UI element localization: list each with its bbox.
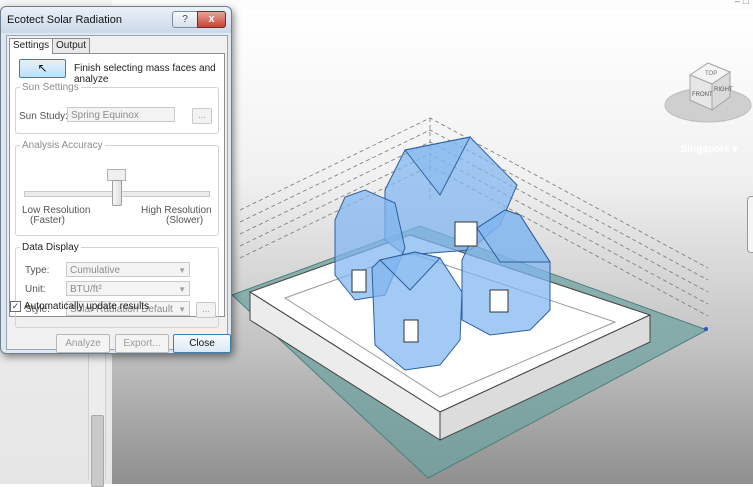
dialog-title: Ecotect Solar Radiation (7, 14, 122, 26)
unit-label: Unit: (25, 284, 46, 295)
location-dropdown[interactable]: Singapore ▾ (676, 142, 742, 158)
type-dropdown[interactable]: Cumulative ▼ (66, 262, 190, 277)
type-value: Cumulative (70, 265, 121, 276)
auto-update-checkbox[interactable]: ✓ (10, 301, 21, 312)
sun-settings-group: Sun Settings Sun Study: Spring Equinox .… (15, 82, 219, 134)
low-resolution-sublabel: (Faster) (30, 215, 65, 226)
dialog-body: Settings Output ↖ Finish selecting mass … (6, 35, 231, 353)
analysis-accuracy-legend: Analysis Accuracy (22, 140, 103, 151)
cursor-arrow-icon: ↖ (37, 61, 48, 75)
chevron-down-icon: ▾ (732, 144, 738, 155)
unit-value: BTU/ft² (70, 284, 102, 295)
type-label: Type: (25, 265, 50, 276)
high-resolution-sublabel: (Slower) (166, 215, 204, 226)
export-button[interactable]: Export... (115, 334, 169, 353)
sun-settings-legend: Sun Settings (22, 82, 79, 93)
viewcube-right-label[interactable]: RIGHT (714, 87, 733, 93)
tab-output[interactable]: Output (52, 38, 91, 53)
unit-dropdown[interactable]: BTU/ft² ▼ (66, 281, 190, 296)
question-mark-icon: ? (182, 14, 188, 25)
solar-radiation-dialog: Ecotect Solar Radiation ? x Settings Out… (0, 6, 232, 354)
viewcube-top-label[interactable]: TOP (705, 71, 717, 77)
chevron-down-icon: ▼ (178, 305, 186, 314)
checkmark-icon: ✓ (11, 301, 20, 311)
location-label: Singapore (680, 144, 730, 155)
accuracy-slider-thumb[interactable] (112, 180, 122, 206)
analyze-button[interactable]: Analyze (56, 334, 110, 353)
chevron-down-icon: ▼ (178, 285, 186, 294)
tab-settings[interactable]: Settings (9, 38, 54, 54)
auto-update-label: Automatically update results (24, 301, 150, 312)
chevron-down-icon: ▼ (178, 266, 186, 275)
right-panel-handle[interactable] (747, 196, 753, 253)
sun-study-label: Sun Study: (19, 111, 68, 122)
data-display-group: Data Display Type: Cumulative ▼ Unit: BT… (15, 242, 219, 328)
corner-grip (704, 327, 708, 331)
sun-study-field[interactable]: Spring Equinox (67, 107, 175, 122)
style-browse-button[interactable]: ... (196, 302, 216, 318)
settings-panel: ↖ Finish selecting mass faces and analyz… (9, 53, 225, 328)
help-button[interactable]: ? (172, 11, 198, 28)
viewcube-front-label[interactable]: FRONT (692, 92, 713, 98)
close-x-icon: x (208, 13, 215, 25)
analysis-accuracy-group: Analysis Accuracy Low Resolution (Faster… (15, 140, 219, 236)
data-display-legend: Data Display (22, 242, 79, 253)
dialog-titlebar[interactable]: Ecotect Solar Radiation ? x (1, 7, 231, 33)
sun-study-browse-button[interactable]: ... (192, 108, 212, 124)
close-button[interactable]: Close (173, 334, 231, 353)
select-faces-button[interactable]: ↖ (19, 59, 66, 78)
close-window-button[interactable]: x (197, 11, 226, 28)
